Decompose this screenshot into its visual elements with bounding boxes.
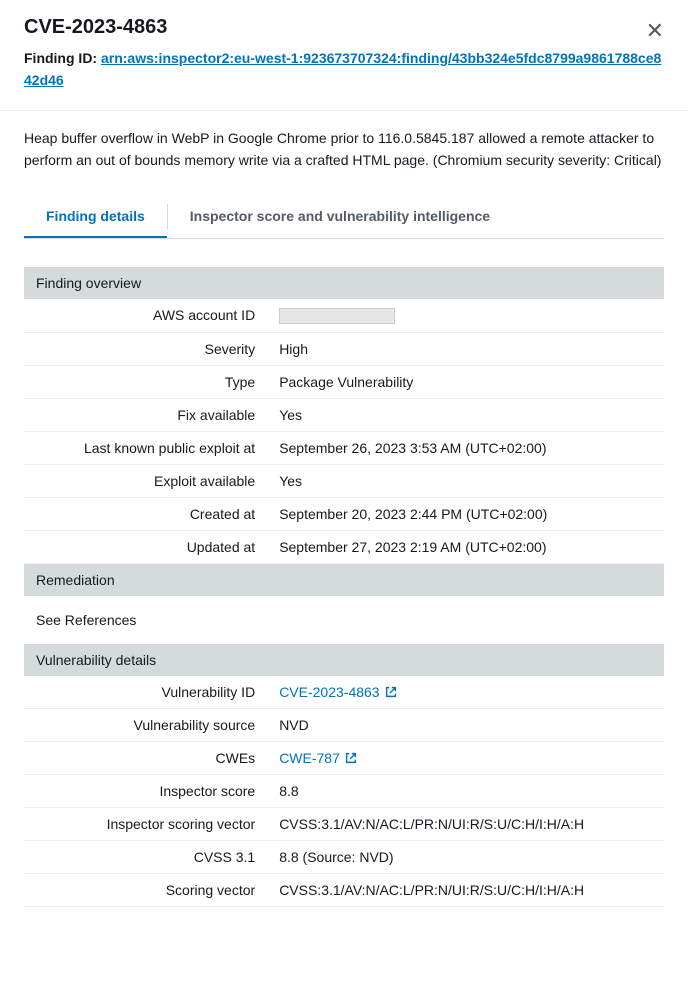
overview-value-created: September 20, 2023 2:44 PM (UTC+02:00) (267, 497, 664, 530)
vuln-id-link[interactable]: CVE-2023-4863 (279, 684, 397, 700)
vuln-value-inspector-vector: CVSS:3.1/AV:N/AC:L/PR:N/UI:R/S:U/C:H/I:H… (267, 807, 664, 840)
table-row: Exploit available Yes (24, 464, 664, 497)
overview-key-created: Created at (24, 497, 267, 530)
overview-key-fix: Fix available (24, 398, 267, 431)
table-row: Vulnerability source NVD (24, 708, 664, 741)
finding-id-label: Finding ID: (24, 50, 101, 66)
vuln-key-cwes: CWEs (24, 741, 267, 774)
overview-value-fix: Yes (267, 398, 664, 431)
vuln-value-inspector-score: 8.8 (267, 774, 664, 807)
external-link-icon (344, 751, 358, 765)
table-row: Inspector scoring vector CVSS:3.1/AV:N/A… (24, 807, 664, 840)
finding-title: CVE-2023-4863 (24, 16, 664, 39)
table-row: Severity High (24, 332, 664, 365)
vuln-value-id: CVE-2023-4863 (267, 676, 664, 709)
tab-bar: Finding details Inspector score and vuln… (24, 196, 664, 239)
overview-value-last-exploit: September 26, 2023 3:53 AM (UTC+02:00) (267, 431, 664, 464)
finding-id-link[interactable]: arn:aws:inspector2:eu-west-1:92367370732… (24, 50, 661, 88)
close-button[interactable]: ✕ (646, 20, 664, 42)
overview-value-aws-account (267, 299, 664, 333)
section-header-overview: Finding overview (24, 267, 664, 299)
overview-value-type: Package Vulnerability (267, 365, 664, 398)
vuln-key-source: Vulnerability source (24, 708, 267, 741)
table-row: Created at September 20, 2023 2:44 PM (U… (24, 497, 664, 530)
overview-key-aws-account: AWS account ID (24, 299, 267, 333)
vuln-key-inspector-vector: Inspector scoring vector (24, 807, 267, 840)
overview-key-severity: Severity (24, 332, 267, 365)
table-row: CWEs CWE-787 (24, 741, 664, 774)
external-link-icon (384, 685, 398, 699)
vuln-value-cvss31: 8.8 (Source: NVD) (267, 840, 664, 873)
finding-id-row: Finding ID: arn:aws:inspector2:eu-west-1… (24, 47, 664, 92)
overview-value-exploit-avail: Yes (267, 464, 664, 497)
vuln-table: Vulnerability ID CVE-2023-4863 Vulnerabi… (24, 676, 664, 907)
section-header-remediation: Remediation (24, 564, 664, 596)
table-row: Updated at September 27, 2023 2:19 AM (U… (24, 530, 664, 563)
table-row: Last known public exploit at September 2… (24, 431, 664, 464)
finding-detail-panel: ✕ CVE-2023-4863 Finding ID: arn:aws:insp… (0, 0, 688, 907)
vuln-key-id: Vulnerability ID (24, 676, 267, 709)
vuln-value-cwes: CWE-787 (267, 741, 664, 774)
table-row: AWS account ID (24, 299, 664, 333)
table-row: Type Package Vulnerability (24, 365, 664, 398)
table-row: Vulnerability ID CVE-2023-4863 (24, 676, 664, 709)
table-row: Inspector score 8.8 (24, 774, 664, 807)
overview-value-updated: September 27, 2023 2:19 AM (UTC+02:00) (267, 530, 664, 563)
overview-key-last-exploit: Last known public exploit at (24, 431, 267, 464)
table-row: Fix available Yes (24, 398, 664, 431)
overview-key-updated: Updated at (24, 530, 267, 563)
section-header-vuln: Vulnerability details (24, 644, 664, 676)
vuln-key-cvss31: CVSS 3.1 (24, 840, 267, 873)
vuln-key-scoring-vector: Scoring vector (24, 873, 267, 906)
overview-table: AWS account ID Severity High Type Packag… (24, 299, 664, 564)
overview-key-type: Type (24, 365, 267, 398)
tab-inspector-score[interactable]: Inspector score and vulnerability intell… (168, 196, 512, 238)
vuln-value-source: NVD (267, 708, 664, 741)
cwe-link-text: CWE-787 (279, 750, 340, 766)
tab-finding-details[interactable]: Finding details (24, 196, 167, 238)
header-divider (0, 110, 688, 111)
overview-value-severity: High (267, 332, 664, 365)
close-icon: ✕ (646, 18, 664, 43)
vuln-key-inspector-score: Inspector score (24, 774, 267, 807)
table-row: CVSS 3.1 8.8 (Source: NVD) (24, 840, 664, 873)
redacted-account-id (279, 308, 395, 324)
table-row: Scoring vector CVSS:3.1/AV:N/AC:L/PR:N/U… (24, 873, 664, 906)
finding-description: Heap buffer overflow in WebP in Google C… (24, 127, 664, 172)
vuln-id-link-text: CVE-2023-4863 (279, 684, 379, 700)
remediation-body: See References (24, 596, 664, 644)
overview-key-exploit-avail: Exploit available (24, 464, 267, 497)
vuln-value-scoring-vector: CVSS:3.1/AV:N/AC:L/PR:N/UI:R/S:U/C:H/I:H… (267, 873, 664, 906)
cwe-link[interactable]: CWE-787 (279, 750, 358, 766)
